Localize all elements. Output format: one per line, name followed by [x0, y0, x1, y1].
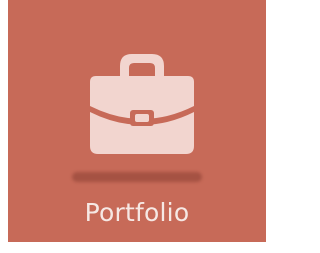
- briefcase-icon: [82, 48, 202, 158]
- tile-label: Portfolio: [84, 198, 190, 227]
- icon-shadow: [72, 172, 202, 182]
- portfolio-tile[interactable]: Portfolio: [8, 0, 266, 242]
